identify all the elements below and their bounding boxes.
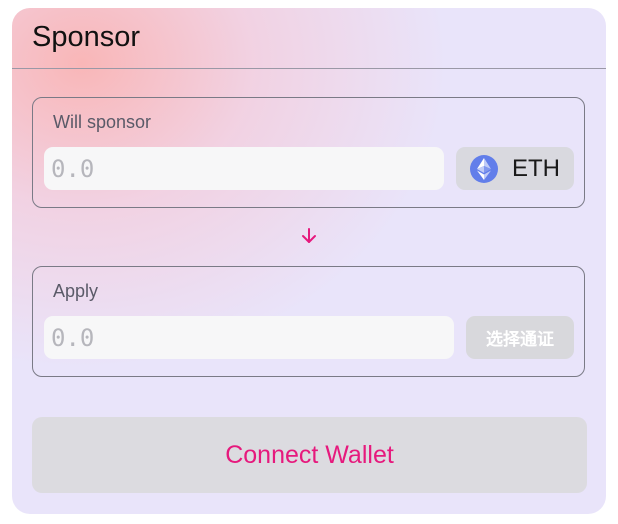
apply-label: Apply <box>53 281 99 301</box>
apply-amount-input[interactable] <box>44 316 454 359</box>
token-symbol: ETH <box>512 154 560 182</box>
sponsor-card: Sponsor Will sponsor ETH Apply <box>12 8 606 514</box>
select-token-button[interactable]: 选择通证 <box>466 316 574 359</box>
arrow-down-icon <box>302 228 316 243</box>
sponsor-label: Will sponsor <box>53 112 152 132</box>
ethereum-icon <box>470 154 498 183</box>
sponsor-amount-input[interactable] <box>44 147 444 190</box>
eth-token-button[interactable]: ETH <box>456 147 574 190</box>
connect-wallet-label: Connect Wallet <box>225 440 394 469</box>
card-header: Sponsor <box>12 8 606 69</box>
apply-amount-box: Apply 选择通证 <box>32 266 585 377</box>
sponsor-amount-box: Will sponsor ETH <box>32 97 585 208</box>
connect-wallet-button[interactable]: Connect Wallet <box>32 417 587 493</box>
select-token-label: 选择通证 <box>486 330 554 350</box>
page-title: Sponsor <box>32 21 141 53</box>
